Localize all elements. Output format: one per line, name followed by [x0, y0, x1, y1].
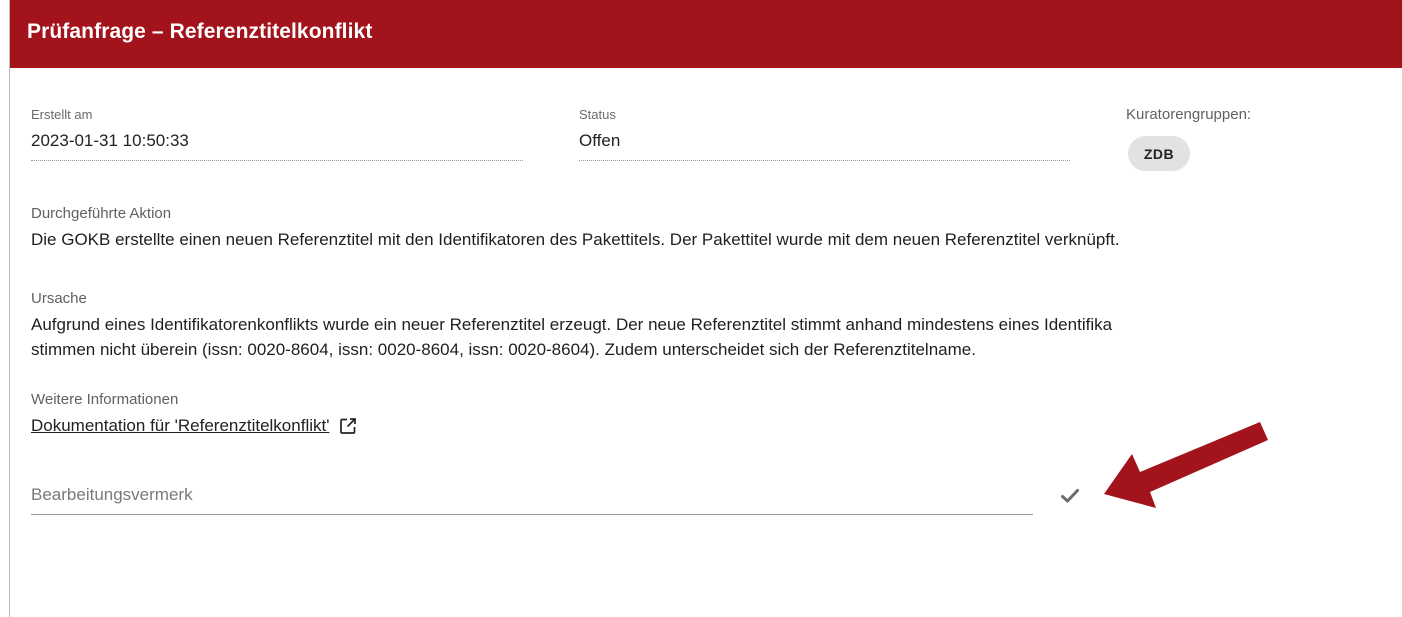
status-field: Status Offen — [579, 107, 620, 151]
created-label: Erstellt am — [31, 107, 93, 122]
check-icon — [1061, 489, 1079, 503]
confirm-note-button[interactable] — [1057, 483, 1083, 509]
cause-text-line-2: stimmen nicht überein (issn: 0020-8604, … — [31, 340, 976, 359]
curator-group-chip[interactable]: ZDB — [1128, 136, 1190, 171]
created-value: 2023-01-31 10:50:33 — [31, 131, 189, 150]
cause-label: Ursache — [31, 290, 87, 307]
review-dialog: Prüfanfrage – Referenztitelkonflikt Erst… — [9, 0, 1402, 617]
more-info-label: Weitere Informationen — [31, 391, 179, 408]
action-text: Die GOKB erstellte einen neuen Referenzt… — [31, 230, 1120, 249]
cause-section: Ursache Aufgrund eines Identifikatorenko… — [31, 290, 1112, 362]
status-underline — [579, 160, 1070, 161]
more-info-section: Weitere Informationen — [31, 391, 178, 408]
status-value: Offen — [579, 131, 621, 150]
red-arrow-annotation — [1104, 422, 1268, 508]
created-underline — [31, 160, 523, 161]
cause-text-line-1: Aufgrund eines Identifikatorenkonflikts … — [31, 315, 1113, 334]
created-field: Erstellt am 2023-01-31 10:50:33 — [31, 107, 189, 151]
action-section: Durchgeführte Aktion Die GOKB erstellte … — [31, 205, 1120, 252]
dialog-title: Prüfanfrage – Referenztitelkonflikt — [27, 20, 373, 43]
external-link-icon[interactable] — [339, 417, 357, 435]
action-label: Durchgeführte Aktion — [31, 205, 172, 222]
groups-field: Kuratorengruppen: — [1126, 106, 1251, 123]
documentation-link[interactable]: Dokumentation für 'Referenztitelkonflikt… — [31, 416, 357, 436]
dialog-header: Prüfanfrage – Referenztitelkonflikt — [10, 0, 1402, 68]
status-label: Status — [579, 107, 616, 122]
documentation-link-text[interactable]: Dokumentation für 'Referenztitelkonflikt… — [31, 416, 329, 436]
groups-label: Kuratorengruppen: — [1126, 106, 1252, 123]
processing-note-input[interactable] — [31, 476, 1033, 515]
